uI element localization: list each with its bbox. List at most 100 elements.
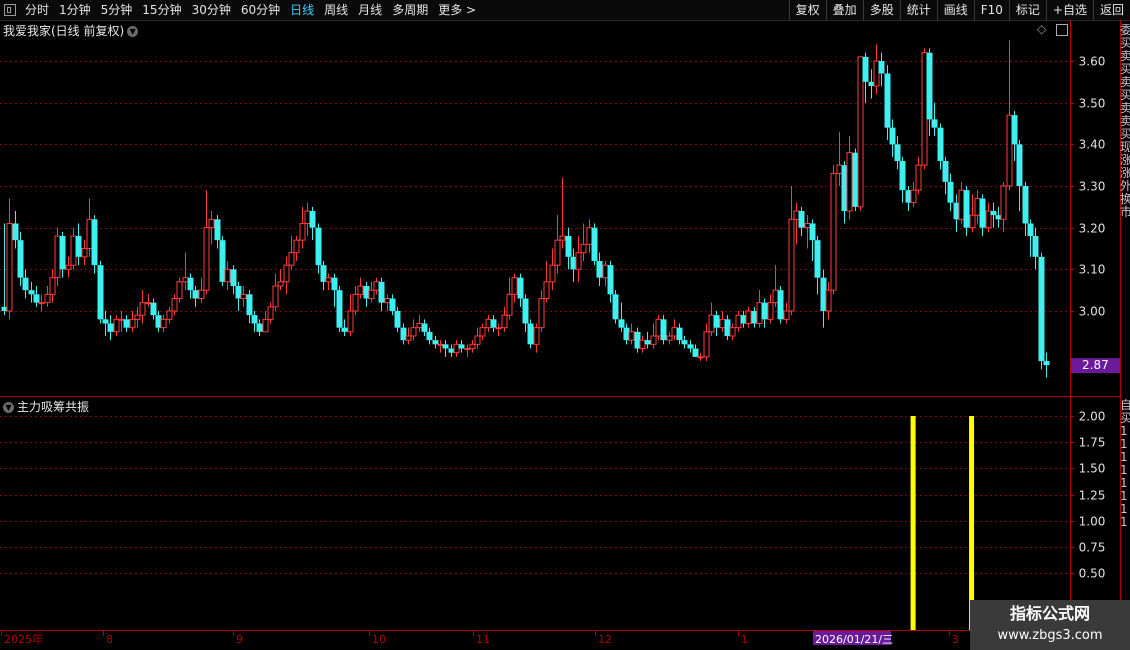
candle-body (591, 227, 598, 261)
maximize-icon[interactable] (1056, 23, 1069, 36)
period-tab-3[interactable]: 15分钟 (137, 0, 186, 20)
watermark: 指标公式网 www.zbgs3.com (970, 600, 1130, 650)
time-label: 3 (952, 633, 959, 646)
candle-body (985, 210, 992, 229)
candle-body (655, 318, 662, 337)
indicator-tick-label: 1.75 (1079, 436, 1106, 450)
candle-body (777, 290, 784, 320)
candle-body (192, 290, 199, 299)
candle-body (182, 277, 189, 283)
candle-body (915, 164, 922, 191)
period-tab-6[interactable]: 日线 (285, 0, 319, 20)
period-tab-8[interactable]: 月线 (353, 0, 387, 20)
period-tab-10[interactable]: 更多 > (433, 0, 481, 20)
candle-body (1022, 186, 1029, 224)
candle-body (644, 340, 651, 345)
period-tab-1[interactable]: 1分钟 (54, 0, 96, 20)
indicator-tick-label: 0.75 (1079, 541, 1106, 555)
time-label: 2025年 (4, 632, 43, 646)
time-label: 9 (236, 633, 243, 646)
window-icon[interactable] (4, 4, 16, 16)
candle-body (884, 73, 891, 128)
time-label: 1 (741, 633, 748, 646)
chevron-down-icon[interactable]: ▼ (3, 402, 14, 413)
candle-body (171, 298, 178, 312)
period-tab-7[interactable]: 周线 (319, 0, 353, 20)
candle-body (102, 319, 109, 324)
candle-body (224, 268, 231, 283)
price-tick-label: 3.30 (1079, 180, 1106, 194)
toolbar-button-8[interactable]: 返回 (1092, 0, 1130, 20)
candle-body (990, 211, 997, 216)
period-tab-4[interactable]: 30分钟 (187, 0, 236, 20)
candle-body (926, 52, 933, 120)
diamond-icon[interactable]: ◇ (1037, 22, 1046, 36)
toolbar: 分时 1分钟 5分钟 15分钟 30分钟 60分钟 日线 周线 月线 多周期 更多 > 复权 叠加 多股… (0, 0, 1130, 21)
candle-body (479, 327, 486, 337)
candle-body (565, 236, 572, 257)
last-price-label: 2.87 (1082, 358, 1109, 372)
candle-body (81, 248, 88, 258)
time-label: 12 (598, 633, 612, 646)
toolbar-button-4[interactable]: 画线 (936, 0, 974, 20)
indicator-title[interactable]: ▼ 主力吸筹共振 (3, 398, 89, 415)
toolbar-button-0[interactable]: 复权 (788, 0, 826, 20)
candle-body (203, 227, 210, 291)
candle-body (575, 252, 582, 270)
candle-body (464, 348, 471, 350)
candle-body (511, 277, 518, 295)
candle-body (347, 310, 354, 333)
candle-body (65, 264, 72, 270)
chevron-down-icon[interactable]: ▼ (127, 26, 139, 37)
candle-body (97, 265, 104, 320)
candle-body (713, 315, 720, 328)
candle-body (697, 356, 704, 359)
period-tab-0[interactable]: 分时 (20, 0, 54, 20)
period-tab-5[interactable]: 60分钟 (236, 0, 285, 20)
toolbar-button-7[interactable]: +自选 (1045, 0, 1093, 20)
price-tick-label: 3.50 (1079, 97, 1106, 111)
candle-body (719, 318, 726, 329)
toolbar-button-6[interactable]: 标记 (1008, 0, 1046, 20)
candle-body (708, 314, 715, 333)
candle-body (809, 223, 816, 241)
toolbar-button-2[interactable]: 多股 (862, 0, 900, 20)
candle-body (485, 318, 492, 329)
price-tick-label: 3.00 (1079, 305, 1106, 319)
candle-body (368, 289, 375, 299)
cursor-date-label: 2026/01/21/三 (815, 633, 893, 646)
candle-body (517, 277, 524, 299)
toolbar-buttons: 复权 叠加 多股 统计 画线 F10 标记 +自选 返回 (788, 0, 1130, 20)
candle-body (214, 219, 221, 241)
candle-body (288, 252, 295, 266)
period-tab-9[interactable]: 多周期 (387, 0, 433, 20)
chart-area: 3.60 3.50 3.40 3.30 3.20 3.10 3.00 2.00 1.75 1.50… (0, 20, 1121, 646)
candle-body (788, 218, 795, 312)
time-label: 10 (372, 633, 386, 646)
candle-body (846, 152, 853, 212)
candle-body (836, 164, 843, 175)
toolbar-button-3[interactable]: 统计 (899, 0, 937, 20)
candle-body (1032, 236, 1039, 257)
candle-body (262, 318, 269, 333)
candle-body (12, 223, 19, 241)
indicator-tick-label: 0.50 (1079, 567, 1106, 581)
signal-bar (910, 416, 916, 630)
candle-body (49, 277, 56, 295)
indicator-title-text: 主力吸筹共振 (17, 400, 90, 414)
candle-body (894, 144, 901, 161)
candle-body (357, 285, 364, 295)
main-chart-title[interactable]: 我爱我家(日线 前复权) ▼ (3, 22, 139, 39)
candle-body (559, 235, 566, 241)
side-glyph: 1 (1120, 515, 1128, 529)
price-tick-label: 3.40 (1079, 138, 1106, 152)
candle-body (490, 319, 497, 328)
toolbar-button-1[interactable]: 叠加 (825, 0, 863, 20)
candle-body (756, 302, 763, 324)
candle-body (554, 239, 561, 266)
period-tab-2[interactable]: 5分钟 (96, 0, 138, 20)
side-glyph: 市 (1120, 205, 1130, 219)
toolbar-button-5[interactable]: F10 (973, 0, 1009, 20)
candle-body (198, 289, 205, 299)
candle-body (299, 223, 306, 241)
